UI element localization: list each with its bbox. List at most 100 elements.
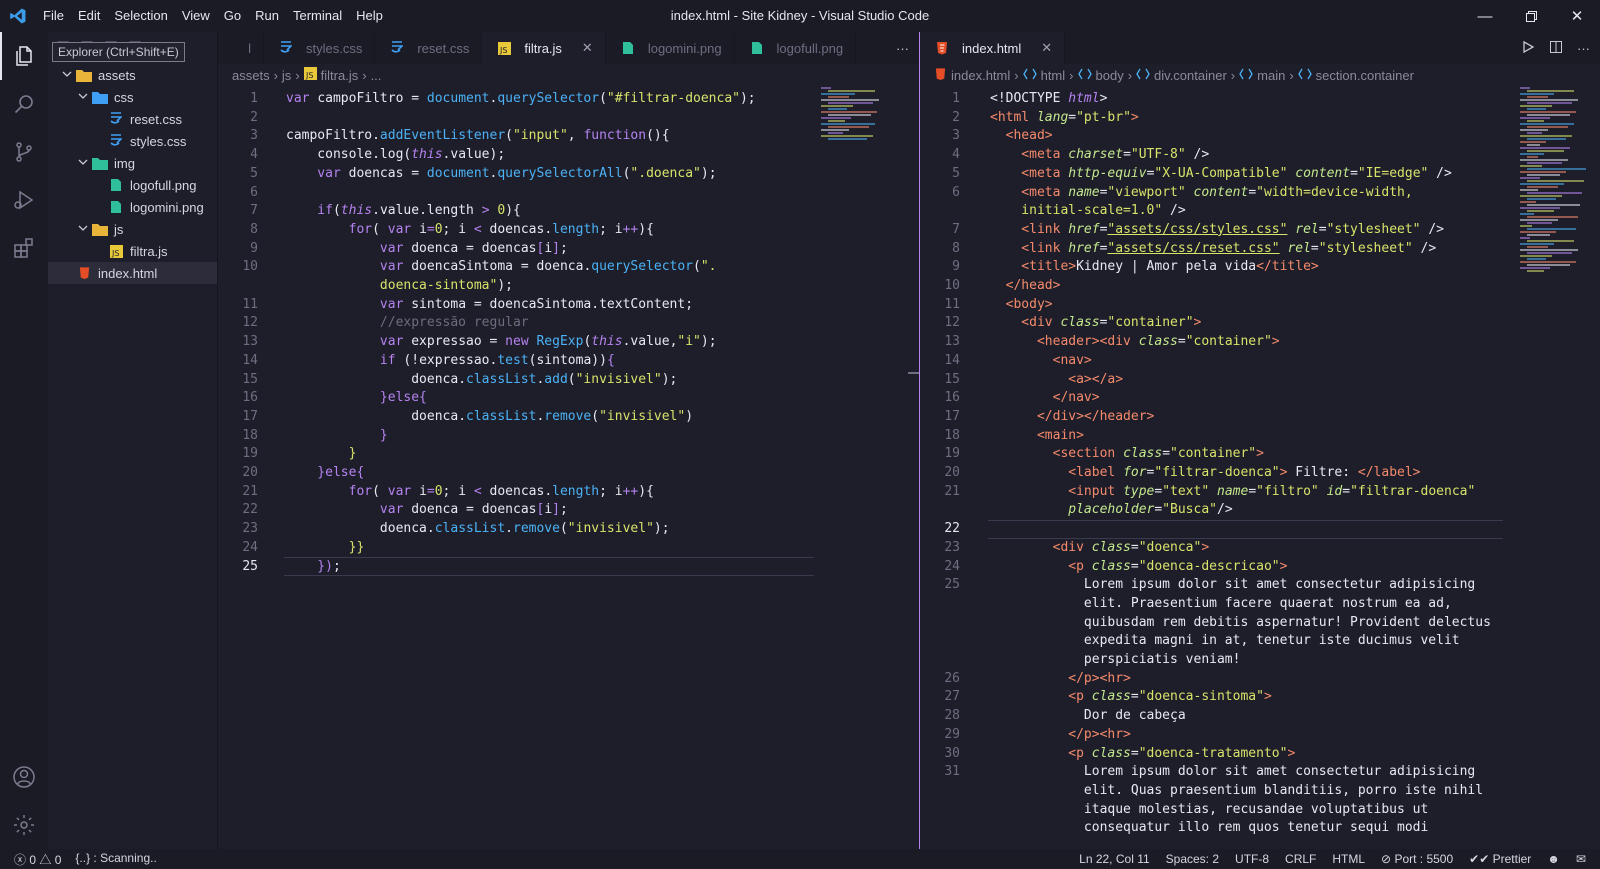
minimap[interactable] (1520, 86, 1592, 286)
language-mode[interactable]: HTML (1332, 852, 1365, 866)
split-editor-icon[interactable] (1549, 40, 1563, 57)
code-line: quibusdam rem debitis aspernatur! Provid… (990, 614, 1491, 633)
tab-reset-css[interactable]: reset.css (375, 32, 483, 64)
code-token: </p><hr> (990, 670, 1131, 686)
file-logofull-png[interactable]: logofull.png (48, 174, 217, 196)
breadcrumb-item[interactable]: main (1257, 68, 1285, 83)
scanning-status[interactable]: {..} : Scanning.. (75, 851, 156, 868)
more-actions-icon[interactable]: ··· (896, 41, 909, 56)
tree-item-label: logomini.png (130, 199, 204, 215)
menu-item-run[interactable]: Run (248, 0, 286, 32)
tab-filtra-js[interactable]: JS filtra.js ✕ (482, 32, 606, 64)
breadcrumb-item[interactable]: js (282, 68, 291, 83)
menu-item-view[interactable]: View (175, 0, 217, 32)
tab-l[interactable]: l (218, 32, 264, 64)
tab-logofull-png[interactable]: logofull.png (735, 32, 857, 64)
source-control-icon[interactable] (0, 128, 48, 176)
restore-button[interactable] (1508, 0, 1554, 32)
search-icon[interactable] (0, 80, 48, 128)
line-number: 14 (242, 352, 258, 368)
breadcrumb-separator-icon: › (1014, 67, 1019, 83)
left-code-area[interactable]: 1 var campoFiltro = document.querySelecto… (218, 86, 919, 849)
code-token: "UTF-8" (1130, 147, 1186, 163)
accounts-icon[interactable] (0, 753, 48, 801)
eol-setting[interactable]: CRLF (1285, 852, 1316, 866)
live-server-port[interactable]: ⊘ Port : 5500 (1381, 852, 1453, 866)
code-token: new (505, 334, 537, 350)
code-token: html (1068, 91, 1100, 106)
settings-gear-icon[interactable] (0, 801, 48, 849)
code-line: <section class="container"> (990, 445, 1264, 464)
code-token: doencas (489, 221, 545, 237)
code-line: }else{ (286, 464, 364, 483)
more-actions-right-icon[interactable]: ··· (1577, 41, 1590, 56)
code-token: /> (1162, 203, 1186, 219)
cursor-position[interactable]: Ln 22, Col 11 (1079, 852, 1150, 866)
code-line: doenca.classList.remove("invisivel") (286, 408, 693, 427)
close-window-button[interactable]: ✕ (1554, 0, 1600, 32)
code-token: RegExp (536, 334, 584, 350)
run-icon[interactable] (1521, 40, 1535, 57)
file-reset-css[interactable]: reset.css (48, 108, 217, 130)
code-token: ; (685, 296, 694, 312)
code-token: = (466, 240, 482, 256)
chevron-down-icon (76, 91, 90, 104)
indentation-setting[interactable]: Spaces: 2 (1166, 852, 1219, 866)
tab-index-html[interactable]: index.html ✕ (920, 32, 1066, 64)
code-token: perspiciatis veniam! (990, 652, 1241, 667)
breadcrumb-item[interactable]: html (1041, 68, 1066, 83)
folder-img[interactable]: img (48, 152, 217, 174)
code-line: for( var i=0; i < doencas.length; i++){ (286, 483, 654, 502)
breadcrumb-item[interactable]: div.container (1154, 68, 1227, 83)
breadcrumb-item[interactable]: section.container (1316, 68, 1414, 83)
problems-indicator[interactable]: ⓧ 0 △ 0 (14, 851, 61, 868)
line-number: 23 (944, 539, 960, 555)
left-scroll-thumb[interactable] (908, 372, 919, 374)
right-code-area[interactable]: 1 <!DOCTYPE html> 2 <html lang="pt-br"> 3 <h… (920, 86, 1600, 849)
code-line: var doencaSintoma = doenca.querySelector… (286, 258, 717, 277)
breadcrumb-item[interactable]: index.html (951, 68, 1010, 83)
menu-item-edit[interactable]: Edit (71, 0, 107, 32)
breadcrumb-item[interactable]: ... (371, 68, 382, 83)
line-number: 1 (952, 91, 960, 106)
close-tab-icon[interactable]: ✕ (1041, 40, 1052, 56)
file-styles-css[interactable]: styles.css (48, 130, 217, 152)
breadcrumb-item[interactable]: body (1096, 68, 1124, 83)
menu-item-file[interactable]: File (36, 0, 71, 32)
encoding-setting[interactable]: UTF-8 (1235, 852, 1269, 866)
code-token: /> (1217, 502, 1233, 518)
tab-styles-css[interactable]: styles.css (264, 32, 376, 64)
folder-js[interactable]: js (48, 218, 217, 240)
extensions-icon[interactable] (0, 224, 48, 272)
tab-label: styles.css (306, 40, 363, 56)
code-token: ) (685, 408, 694, 424)
notifications-bell-icon[interactable]: ✉ (1576, 852, 1586, 866)
file-index-html[interactable]: index.html (48, 262, 217, 284)
code-token: "#filtrar-doenca" (606, 91, 740, 106)
minimap[interactable] (821, 86, 893, 286)
menu-item-terminal[interactable]: Terminal (286, 0, 349, 32)
code-token: classList (466, 408, 537, 424)
minimize-button[interactable]: — (1462, 0, 1508, 32)
feedback-icon[interactable]: ☻ (1547, 852, 1560, 866)
code-line: campoFiltro.addEventListener("input", fu… (286, 127, 670, 146)
run-debug-icon[interactable] (0, 176, 48, 224)
line-number: 24 (242, 539, 258, 555)
left-editor-group: l styles.css reset.css JS filtra.js ✕ logomini… (218, 32, 919, 849)
folder-assets[interactable]: assets (48, 64, 217, 86)
menu-item-selection[interactable]: Selection (107, 0, 174, 32)
prettier-status[interactable]: ✔✔ Prettier (1469, 852, 1531, 866)
code-token: doenca (536, 259, 584, 275)
explorer-icon[interactable] (0, 32, 48, 80)
code-token: "assets/css/reset.css" (1107, 240, 1280, 256)
breadcrumb-item[interactable]: assets (232, 68, 270, 83)
tab-logomini-png[interactable]: logomini.png (606, 32, 735, 64)
file-logomini-png[interactable]: logomini.png (48, 196, 217, 218)
menu-item-go[interactable]: Go (217, 0, 248, 32)
file-filtra-js[interactable]: JS filtra.js (48, 240, 217, 262)
close-tab-icon[interactable]: ✕ (582, 40, 593, 56)
folder-css[interactable]: css (48, 86, 217, 108)
code-token: //expressão regular (286, 315, 529, 331)
breadcrumb-item[interactable]: filtra.js (321, 68, 359, 83)
menu-item-help[interactable]: Help (349, 0, 390, 32)
